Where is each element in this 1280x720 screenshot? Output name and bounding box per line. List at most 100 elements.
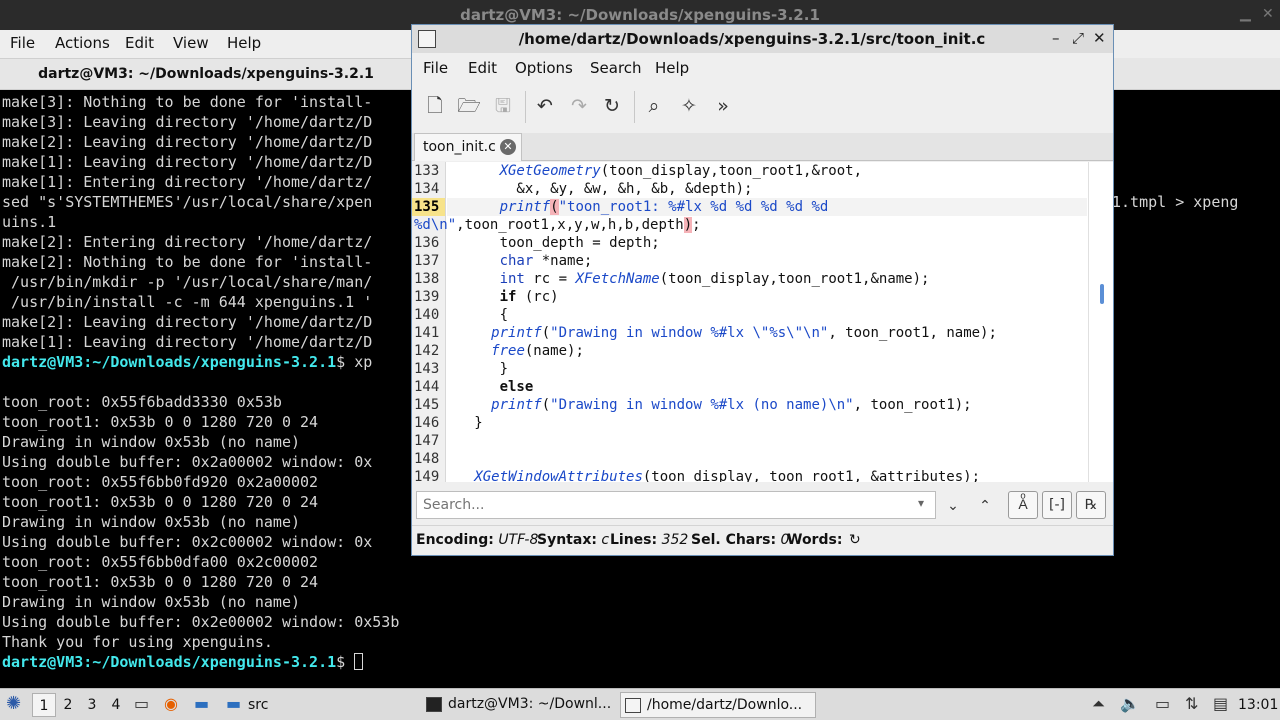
status-syntax: Syntax: c [537,532,610,548]
task-editor[interactable]: /home/dartz/Downlo... [620,692,816,718]
search-history-dropdown-icon[interactable]: ▾ [918,496,924,510]
start-menu-icon[interactable]: ✺ [6,693,21,714]
desktop-1[interactable]: 1 [32,693,56,717]
terminal-line: sed "s'SYSTEMTHEMES'/usr/local/share/xpe… [2,193,373,211]
code-line: &x, &y, &w, &h, &b, &depth); [449,181,753,197]
tray-up-icon[interactable]: ⏶ [1092,694,1105,714]
line-number: 142 [414,343,440,359]
desktop-2[interactable]: 2 [56,693,80,717]
terminal-tabbar-filler [1112,58,1280,90]
editor-statusbar: Encoding: UTF-8 Syntax: c Lines: 352 Sel… [412,525,1113,555]
task-editor-label: /home/dartz/Downlo... [647,697,803,713]
editor-menu-options[interactable]: Options [515,59,573,77]
taskbar: ✺ 1 2 3 4 ▭ ◉ ▬ ▬ src dartz@VM3: ~/Downl… [0,688,1280,720]
minimize-icon[interactable]: ▁ [1240,6,1251,22]
volume-icon[interactable]: 🔈 [1120,694,1140,713]
line-number: 133 [414,163,440,179]
terminal-menu-actions[interactable]: Actions [55,34,110,52]
editor-menu-file[interactable]: File [423,59,448,77]
reload-icon[interactable]: ↻ [599,93,625,119]
line-number-current: 135 [412,198,445,216]
editor-text-area[interactable]: 133 134 135 136 137 138 139 140 141 142 … [412,162,1113,482]
terminal-prompt-line: dartz@VM3:~/Downloads/xpenguins-3.2.1$ x… [2,352,372,372]
terminal-tab-title: dartz@VM3: ~/Downloads/xpenguins-3.2.1 [38,66,374,82]
editor-menu-help[interactable]: Help [655,59,689,77]
terminal-line: uins.1 [2,213,57,231]
display-icon[interactable]: ▭ [1155,694,1170,713]
code-line: } [449,361,509,377]
network-icon[interactable]: ⇅ [1185,694,1198,713]
search-input[interactable] [416,491,936,519]
refresh-word-count-icon[interactable]: ↻ [849,532,861,548]
editor-titlebar[interactable]: /home/dartz/Downloads/xpenguins-3.2.1/sr… [412,25,1113,53]
editor-menu-edit[interactable]: Edit [468,59,497,77]
find-icon[interactable]: ⌕ [641,93,667,119]
undo-icon[interactable]: ↶ [532,93,558,119]
editor-toolbar: 🗋 🗁 🖫 ↶ ↷ ↻ ⌕ ✧ » [412,81,1113,133]
task-terminal-label: dartz@VM3: ~/Downl... [448,696,612,712]
desktop-4[interactable]: 4 [104,693,128,717]
code-line: %d\n",toon_root1,x,y,w,h,b,depth); [414,217,701,233]
vertical-scrollbar-thumb[interactable] [1100,284,1104,304]
line-number: 141 [414,325,440,341]
open-folder-icon[interactable]: 🗁 [456,93,482,119]
editor-app-icon [418,30,436,48]
status-words: Words: [787,532,843,548]
folder-launcher-label[interactable]: src [248,697,268,713]
search-previous-icon[interactable]: ⌃ [972,493,998,519]
terminal-line-tail: 1.tmpl > xpeng [1112,193,1239,211]
maximize-icon[interactable]: ⤢ [1072,29,1084,47]
line-number: 148 [414,451,440,467]
code-line: toon_depth = depth; [449,235,660,251]
status-encoding: Encoding: UTF-8 [416,532,539,548]
match-case-icon[interactable]: Aͦ [1008,491,1038,519]
clipboard-icon[interactable]: ▤ [1213,694,1228,713]
find-replace-icon[interactable]: ✧ [676,93,702,119]
folder-icon[interactable]: ▬ [226,694,241,713]
terminal-line: make[1]: Leaving directory '/home/dartz/… [2,153,373,171]
line-number: 140 [414,307,440,323]
new-file-icon[interactable]: 🗋 [422,93,448,119]
line-number: 147 [414,433,440,449]
prompt-symbol: $ [336,653,355,671]
task-terminal[interactable]: dartz@VM3: ~/Downl... [422,692,618,718]
more-tools-icon[interactable]: » [710,93,736,119]
clock[interactable]: 13:01 [1238,697,1278,713]
terminal-line: /usr/bin/install -c -m 644 xpenguins.1 ' [2,293,373,311]
line-number: 137 [414,253,440,269]
regex-icon[interactable]: ℞ [1076,491,1106,519]
line-number-gutter: 133 134 135 136 137 138 139 140 141 142 … [412,162,446,482]
terminal-final-prompt[interactable]: dartz@VM3:~/Downloads/xpenguins-3.2.1$ [2,652,364,672]
firefox-icon[interactable]: ◉ [164,694,178,713]
editor-tab-toon-init[interactable]: toon_init.c ✕ [414,133,522,161]
desktop-3[interactable]: 3 [80,693,104,717]
terminal-line: Drawing in window 0x53b (no name) [2,593,301,611]
editor-menu-search[interactable]: Search [590,59,642,77]
close-icon[interactable]: ✕ [1262,6,1274,22]
prompt-user: dartz@VM3 [2,353,84,371]
whole-word-icon[interactable]: [-] [1042,491,1072,519]
terminal-tab[interactable]: dartz@VM3: ~/Downloads/xpenguins-3.2.1 [0,58,412,90]
redo-icon[interactable]: ↷ [566,93,592,119]
code-line: char *name; [499,253,593,269]
terminal-line: toon_root1: 0x53b 0 0 1280 720 0 24 [2,573,319,591]
show-desktop-icon[interactable]: ▭ [134,694,149,713]
code-line: { [449,307,509,323]
search-next-icon[interactable]: ⌄ [940,493,966,519]
save-icon[interactable]: 🖫 [490,93,516,119]
terminal-menu-file[interactable]: File [10,34,35,52]
terminal-menu-edit[interactable]: Edit [125,34,154,52]
terminal-line: Using double buffer: 0x2e00002 window: 0… [2,613,400,631]
toolbar-separator [525,91,526,123]
prompt-path: :~/Downloads/xpenguins-3.2.1 [83,353,337,371]
terminal-menu-view[interactable]: View [173,34,209,52]
code-line: int rc = XFetchName(toon_display,toon_ro… [499,271,930,287]
file-manager-icon[interactable]: ▬ [194,694,209,713]
minimize-icon[interactable]: – [1052,29,1060,47]
prompt-path: :~/Downloads/xpenguins-3.2.1 [83,653,337,671]
terminal-icon [426,697,442,712]
tab-close-icon[interactable]: ✕ [500,139,516,155]
toolbar-separator [634,91,635,123]
terminal-menu-help[interactable]: Help [227,34,261,52]
close-icon[interactable]: ✕ [1093,29,1106,47]
